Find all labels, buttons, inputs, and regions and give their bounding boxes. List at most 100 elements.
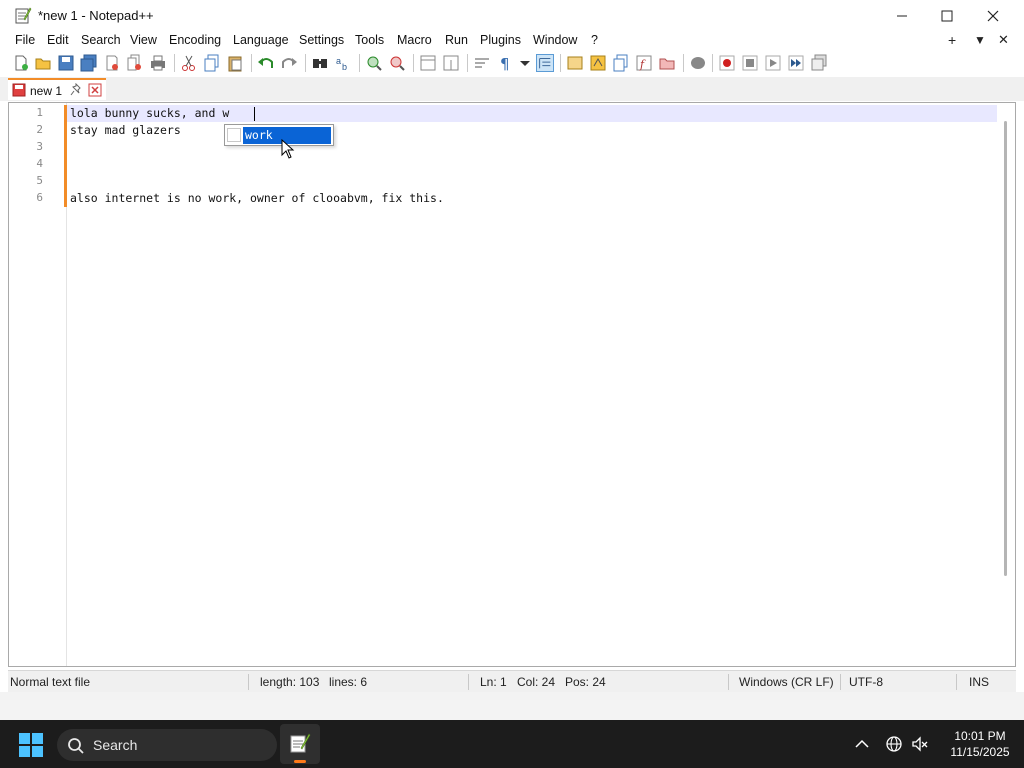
unsaved-disk-icon [12,83,26,97]
zoom-out-icon[interactable] [388,54,406,72]
status-encoding[interactable]: UTF-8 [849,675,883,689]
menu-settings[interactable]: Settings [299,33,344,47]
maximize-button[interactable] [924,0,970,31]
menu-tools[interactable]: Tools [355,33,384,47]
menu-language[interactable]: Language [233,33,289,47]
dropdown-arrow-icon[interactable] [516,54,534,72]
close-window-button[interactable] [970,0,1016,31]
status-length: length: 103 [260,675,320,689]
system-clock[interactable]: 10:01 PM 11/15/2025 [940,728,1020,760]
folder-workspace-icon[interactable] [658,54,676,72]
function-list-icon[interactable]: f [635,54,653,72]
word-wrap-icon[interactable] [473,54,491,72]
line-number: 6 [36,191,43,204]
close-file-icon[interactable] [103,54,121,72]
status-file-type: Normal text file [10,675,91,689]
code-line[interactable]: also internet is no work, owner of clooa… [70,190,444,207]
notepad-plus-plus-icon [15,7,32,24]
save-all-icon[interactable] [80,54,98,72]
code-line[interactable]: stay mad glazers [70,122,181,139]
zoom-in-icon[interactable] [365,54,383,72]
line-number: 1 [36,106,43,119]
scrollbar-thumb[interactable] [1004,121,1007,576]
windows-start-icon[interactable] [18,732,44,758]
menu-edit[interactable]: Edit [47,33,69,47]
clock-date: 11/15/2025 [950,745,1010,759]
status-separator [728,674,729,690]
sync-horizontal-icon[interactable] [442,54,460,72]
save-icon[interactable] [57,54,75,72]
menu-help[interactable]: ? [591,33,598,47]
toolbar-separator [305,54,306,72]
chevron-up-icon[interactable] [852,734,872,754]
pin-icon[interactable] [70,83,82,97]
menu-view[interactable]: View [130,33,157,47]
mouse-pointer-icon [281,139,295,159]
close-tab-button[interactable]: ✕ [998,32,1009,48]
sync-vertical-icon[interactable] [419,54,437,72]
volume-muted-icon[interactable] [910,734,930,754]
close-all-icon[interactable] [126,54,144,72]
monitoring-icon[interactable] [689,54,707,72]
svg-text:¶: ¶ [500,55,510,72]
find-icon[interactable] [311,54,329,72]
menu-macro[interactable]: Macro [397,33,432,47]
tab-bar: new 1 [0,77,1024,101]
toolbar-separator [683,54,684,72]
autocomplete-item-icon [227,128,241,142]
taskbar-notepad-plus-plus[interactable] [280,724,320,764]
line-number: 4 [36,157,43,170]
status-separator [956,674,957,690]
show-all-characters-icon[interactable]: ¶ [496,54,514,72]
run-macro-multiple-icon[interactable] [787,54,805,72]
title-bar: *new 1 - Notepad++ [0,0,1024,31]
menu-window[interactable]: Window [533,33,577,47]
copy-icon[interactable] [203,54,221,72]
user-language-icon[interactable] [566,54,584,72]
toolbar-separator [413,54,414,72]
indent-guide-icon[interactable] [536,54,554,72]
play-macro-icon[interactable] [764,54,782,72]
close-tab-icon[interactable] [88,83,102,97]
search-label: Search [93,737,138,753]
menu-file[interactable]: File [15,33,35,47]
toolbar-separator [251,54,252,72]
globe-network-icon[interactable] [884,734,904,754]
menu-run[interactable]: Run [445,33,468,47]
active-app-indicator [294,760,306,763]
svg-text:b: b [342,62,347,72]
paste-icon[interactable] [226,54,244,72]
toolbar-separator [174,54,175,72]
menu-encoding[interactable]: Encoding [169,33,221,47]
taskbar-search[interactable]: Search [57,729,277,761]
print-icon[interactable] [149,54,167,72]
close-icon [987,10,999,21]
tab-new-1[interactable]: new 1 [8,78,106,100]
doc-map-icon[interactable] [589,54,607,72]
status-col: Col: 24 [517,675,556,689]
menu-plugins[interactable]: Plugins [480,33,521,47]
redo-icon[interactable] [280,54,298,72]
status-bar: Normal text file length: 103 lines: 6 Ln… [8,670,1016,692]
code-line[interactable]: lola bunny sucks, and w [70,105,229,122]
editor-area[interactable]: 1 2 3 4 5 6 lola bunny sucks, and w stay… [8,102,1016,667]
vertical-scrollbar[interactable] [997,103,1015,666]
record-macro-icon[interactable] [718,54,736,72]
cut-icon[interactable] [180,54,198,72]
save-macro-icon[interactable] [810,54,828,72]
text-caret [254,107,255,121]
replace-icon[interactable]: ab [334,54,352,72]
doc-list-icon[interactable] [612,54,630,72]
status-eol[interactable]: Windows (CR LF) [739,675,834,689]
maximize-icon [941,10,953,21]
minimize-button[interactable] [879,0,925,31]
tab-list-button[interactable]: ▼ [974,33,986,47]
status-insert-mode[interactable]: INS [969,675,989,689]
toolbar-separator [359,54,360,72]
new-tab-button[interactable]: + [948,32,956,48]
open-file-icon[interactable] [34,54,52,72]
undo-icon[interactable] [257,54,275,72]
new-file-icon[interactable] [12,54,30,72]
stop-macro-icon[interactable] [741,54,759,72]
menu-search[interactable]: Search [81,33,121,47]
